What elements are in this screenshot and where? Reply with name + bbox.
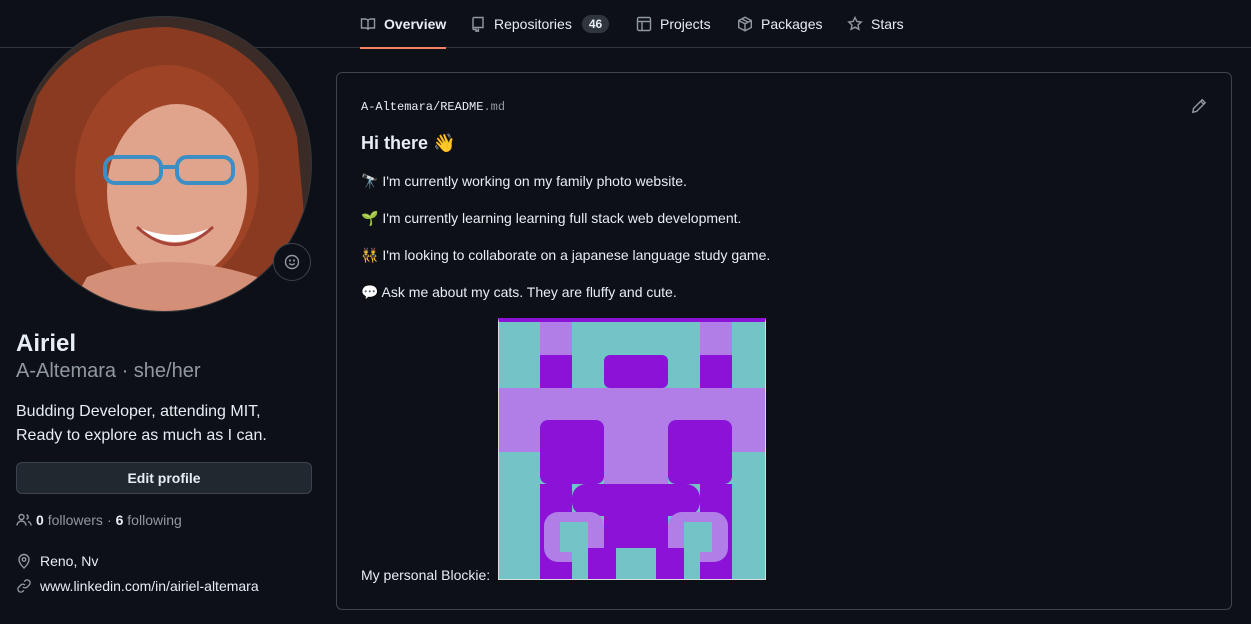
pencil-icon [1191, 98, 1207, 114]
tab-repositories[interactable]: Repositories 46 [470, 0, 610, 48]
tab-projects-label: Projects [660, 16, 711, 32]
avatar-portrait [17, 17, 311, 311]
following-link[interactable]: 6 following [116, 512, 182, 528]
profile-login-pronouns: A-Altemara · she/her [16, 360, 201, 382]
tab-projects[interactable]: Projects [636, 0, 711, 48]
tab-overview[interactable]: Overview [360, 0, 447, 49]
following-label: following [127, 512, 182, 528]
readme-line: 🌱 I'm currently learning learning full s… [361, 210, 742, 226]
repositories-count-badge: 46 [581, 15, 610, 33]
tab-stars-label: Stars [871, 16, 904, 32]
tab-overview-label: Overview [384, 16, 447, 32]
tab-packages[interactable]: Packages [737, 0, 822, 48]
smiley-icon [284, 254, 300, 270]
website-item: www.linkedin.com/in/airiel-altemara [16, 578, 259, 594]
blockie-image [498, 318, 766, 580]
repo-icon [472, 16, 484, 32]
edit-profile-button[interactable]: Edit profile [16, 462, 312, 494]
package-icon [738, 16, 752, 32]
star-icon [847, 16, 863, 31]
profile-name: Airiel [16, 330, 77, 357]
bio-line: Budding Developer, attending MIT, [16, 403, 261, 420]
website-link[interactable]: www.linkedin.com/in/airiel-altemara [40, 578, 259, 594]
bio-line: Ready to explore as much as I can. [16, 427, 267, 444]
blockie-label: My personal Blockie: [361, 567, 491, 583]
readme-heading: Hi there 👋 [361, 133, 456, 153]
tab-stars[interactable]: Stars [847, 0, 904, 48]
location-icon [18, 553, 30, 569]
followers-count: 0 [36, 512, 44, 528]
link-icon [17, 579, 31, 593]
set-status-button[interactable] [273, 243, 311, 281]
profile-bio: Budding Developer, attending MIT, Ready … [16, 400, 312, 448]
readme-file-ext: .md [483, 100, 506, 114]
readme-file-name: README [440, 100, 484, 114]
location-item: Reno, Nv [16, 553, 98, 569]
readme-box: A-Altemara/README.md Hi there 👋 🔭 I'm cu… [336, 72, 1232, 610]
tab-repositories-label: Repositories [494, 16, 572, 32]
follow-separator: · [106, 512, 112, 528]
readme-line: 💬 Ask me about my cats. They are fluffy … [361, 284, 677, 300]
readme-path: A-Altemara/README.md [361, 100, 505, 114]
readme-line: 👯 I'm looking to collaborate on a japane… [361, 247, 771, 263]
following-count: 6 [115, 512, 124, 528]
avatar[interactable] [16, 16, 312, 312]
followers-label: followers [47, 512, 103, 528]
followers-link[interactable]: 0 followers [36, 512, 103, 528]
follow-stats: 0 followers · 6 following [16, 512, 182, 528]
table-icon [636, 16, 652, 32]
book-icon [360, 18, 376, 31]
readme-owner-link[interactable]: A-Altemara [361, 100, 433, 114]
avatar-container [16, 16, 312, 312]
location-text: Reno, Nv [40, 553, 99, 569]
tab-packages-label: Packages [761, 16, 823, 32]
readme-line: 🔭 I'm currently working on my family pho… [361, 173, 687, 189]
edit-readme-button[interactable] [1191, 98, 1207, 114]
people-icon [16, 513, 32, 526]
